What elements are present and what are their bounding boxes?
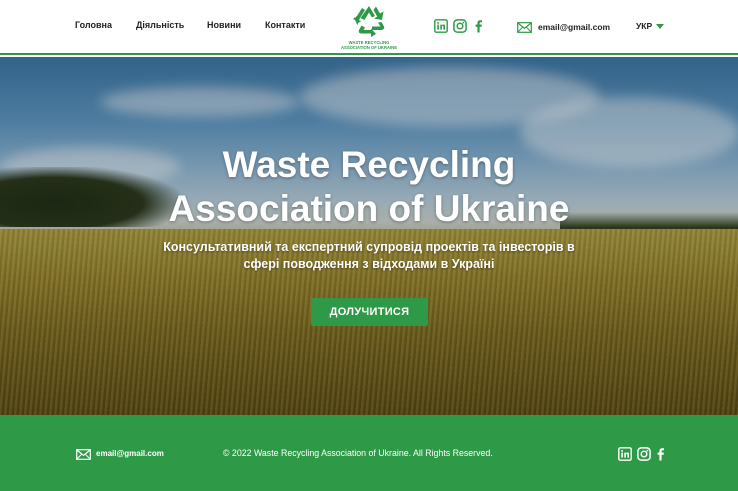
instagram-icon[interactable] [453, 19, 467, 33]
logo-line-2: ASSOCIATION OF UKRAINE [341, 45, 397, 50]
hero-subtitle-line-1: Консультативний та експертний супровід п… [163, 240, 575, 254]
hero-section: Waste Recycling Association of Ukraine К… [0, 57, 738, 415]
recycle-icon [353, 6, 385, 37]
nav-contacts[interactable]: Контакти [265, 20, 305, 30]
facebook-icon[interactable] [654, 447, 668, 461]
copyright-text: © 2022 Waste Recycling Association of Uk… [223, 448, 493, 458]
nav-home[interactable]: Головна [75, 20, 112, 30]
site-logo[interactable]: WASTE RECYCLING ASSOCIATION OF UKRAINE [340, 3, 398, 51]
join-button[interactable]: ДОЛУЧИТИСЯ [311, 298, 428, 326]
site-header: Головна Діяльність Новини Контакти WASTE… [0, 0, 738, 55]
hero-title-line-1: Waste Recycling [222, 144, 516, 185]
hero-subtitle: Консультативний та експертний супровід п… [130, 239, 608, 273]
chevron-down-icon[interactable] [656, 24, 664, 29]
facebook-icon[interactable] [472, 19, 486, 33]
linkedin-icon[interactable] [618, 447, 632, 461]
hero-subtitle-line-2: сфері поводження з відходами в Україні [243, 257, 495, 271]
hero-title-line-2: Association of Ukraine [168, 188, 570, 229]
header-email-link[interactable]: email@gmail.com [538, 22, 610, 32]
nav-activity[interactable]: Діяльність [136, 20, 184, 30]
mail-icon [517, 22, 532, 33]
nav-news[interactable]: Новини [207, 20, 241, 30]
hero-overlay [0, 57, 738, 415]
linkedin-icon[interactable] [434, 19, 448, 33]
site-footer: email@gmail.com © 2022 Waste Recycling A… [0, 415, 738, 491]
logo-text: WASTE RECYCLING ASSOCIATION OF UKRAINE [340, 40, 398, 50]
language-selector[interactable]: УКР [636, 21, 652, 31]
hero-title: Waste Recycling Association of Ukraine [0, 143, 738, 231]
instagram-icon[interactable] [637, 447, 651, 461]
footer-email-link[interactable]: email@gmail.com [96, 449, 164, 458]
mail-icon [76, 449, 91, 460]
